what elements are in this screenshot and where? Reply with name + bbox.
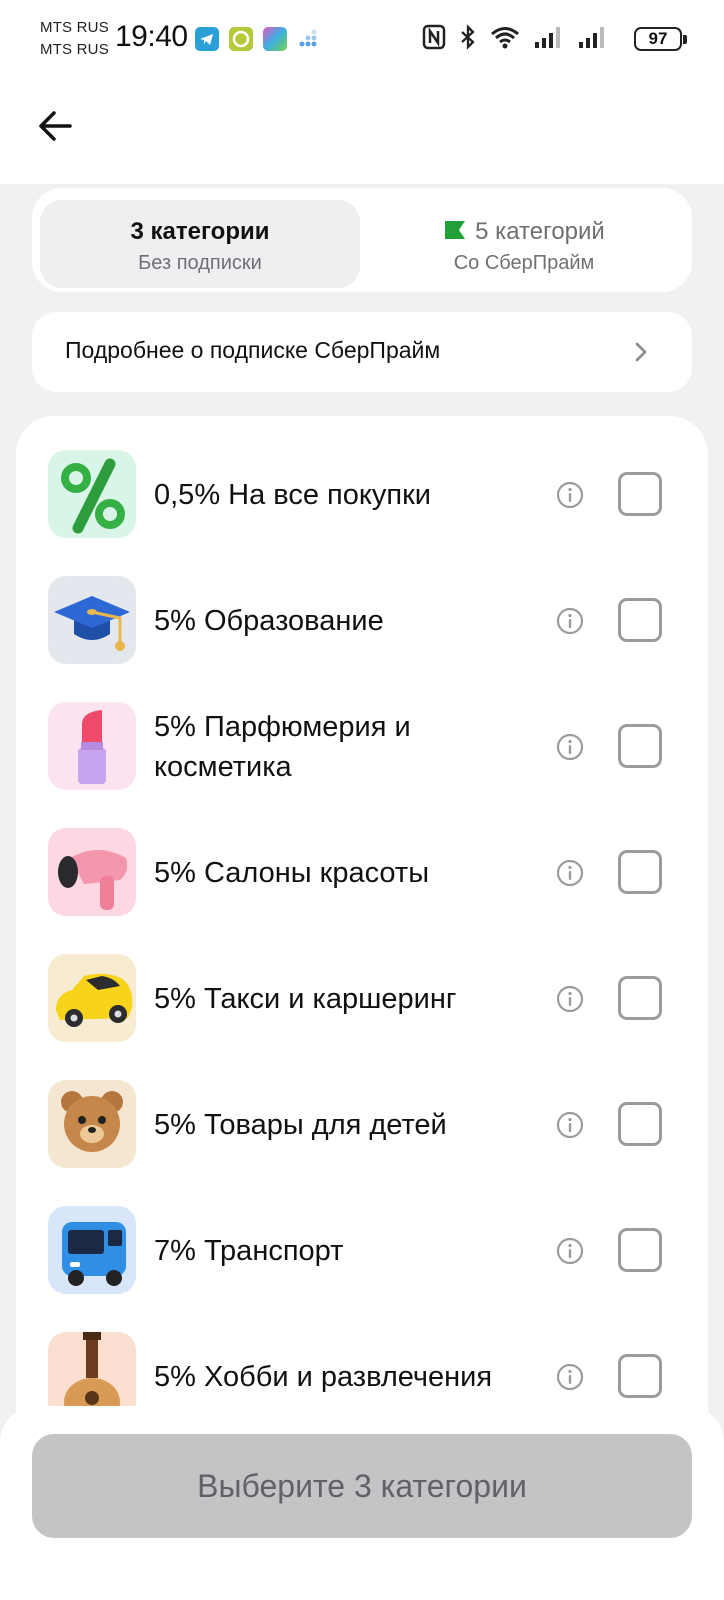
category-label: 0,5% На все покупки [154,479,431,511]
chevron-right-icon [635,342,647,362]
status-bar: MTS RUS MTS RUS 19:40 97 [0,0,724,80]
hair-dryer-icon [48,828,136,916]
telegram-icon [195,27,219,51]
content-area: 3 категории Без подписки 5 категорий Со … [0,184,724,1600]
lipstick-icon [48,702,136,790]
category-item[interactable]: 5% Товары для детей [48,1080,678,1170]
bottom-action-bar: Выберите 3 категории [0,1406,724,1600]
system-icons [422,24,608,50]
percent-icon [48,450,136,538]
info-icon[interactable] [555,984,585,1014]
teddy-bear-icon [48,1080,136,1168]
category-label: 5% Салоны красоты [154,857,430,889]
nfc-icon [422,24,446,50]
carrier-info: MTS RUS MTS RUS [40,17,109,61]
game-app-icon [263,27,287,51]
category-checkbox[interactable] [618,1354,662,1398]
bus-icon [48,1206,136,1294]
category-checkbox[interactable] [618,976,662,1020]
info-icon[interactable] [555,858,585,888]
segment-subtitle: Со СберПрайм [453,252,595,274]
category-item[interactable]: 5% Парфюмерия и косметика [48,702,678,792]
carrier-1: MTS RUS [40,19,109,36]
category-checkbox[interactable] [618,850,662,894]
sberprime-info-link[interactable]: Подробнее о подписке СберПрайм [32,312,692,392]
segment-subtitle: Без подписки [138,252,262,274]
category-label: 5% Хобби и развлечения [154,1361,493,1393]
graduation-cap-icon [48,576,136,664]
category-label: 7% Транспорт [154,1235,344,1267]
category-checkbox[interactable] [618,598,662,642]
bluetooth-icon [461,24,475,50]
category-label: 5% Товары для детей [154,1109,447,1141]
info-icon[interactable] [555,1110,585,1140]
segment-sberprime[interactable]: 5 категорий Со СберПрайм [364,200,684,288]
info-icon[interactable] [555,732,585,762]
carrier-2: MTS RUS [40,41,109,58]
info-icon[interactable] [555,1362,585,1392]
category-checkbox[interactable] [618,472,662,516]
category-item[interactable]: 5% Такси и каршеринг [48,954,678,1044]
segment-title: 3 категории [130,218,270,245]
coin-app-icon [229,27,253,51]
info-icon[interactable] [555,480,585,510]
sberprime-info-label: Подробнее о подписке СберПрайм [65,337,441,363]
signal-1-icon [535,27,560,48]
arrow-left-icon [39,111,72,141]
category-checkbox[interactable] [618,724,662,768]
wifi-icon [491,27,519,49]
category-checkbox[interactable] [618,1102,662,1146]
segment-title: 5 категорий [475,218,605,245]
category-label: 5% Парфюмерия и косметика [154,711,411,783]
dots-app-icon [297,29,319,49]
status-clock: 19:40 [115,20,188,53]
select-categories-button[interactable]: Выберите 3 категории [32,1434,692,1538]
battery-indicator: 97 [634,27,687,51]
category-item[interactable]: 0,5% На все покупки [48,450,678,540]
category-item[interactable]: 5% Образование [48,576,678,666]
info-icon[interactable] [555,1236,585,1266]
back-button[interactable] [36,106,76,146]
category-label: 5% Образование [154,605,384,637]
category-checkbox[interactable] [618,1228,662,1272]
sberprime-flag-icon [445,221,466,239]
category-label: 5% Такси и каршеринг [154,983,457,1015]
category-item[interactable]: 7% Транспорт [48,1206,678,1296]
app-bar [0,80,724,184]
category-item[interactable]: 5% Салоны красоты [48,828,678,918]
info-icon[interactable] [555,606,585,636]
subscription-toggle: 3 категории Без подписки 5 категорий Со … [32,188,692,292]
taxi-car-icon [48,954,136,1042]
signal-2-icon [579,27,604,48]
segment-no-subscription[interactable]: 3 категории Без подписки [40,200,360,288]
